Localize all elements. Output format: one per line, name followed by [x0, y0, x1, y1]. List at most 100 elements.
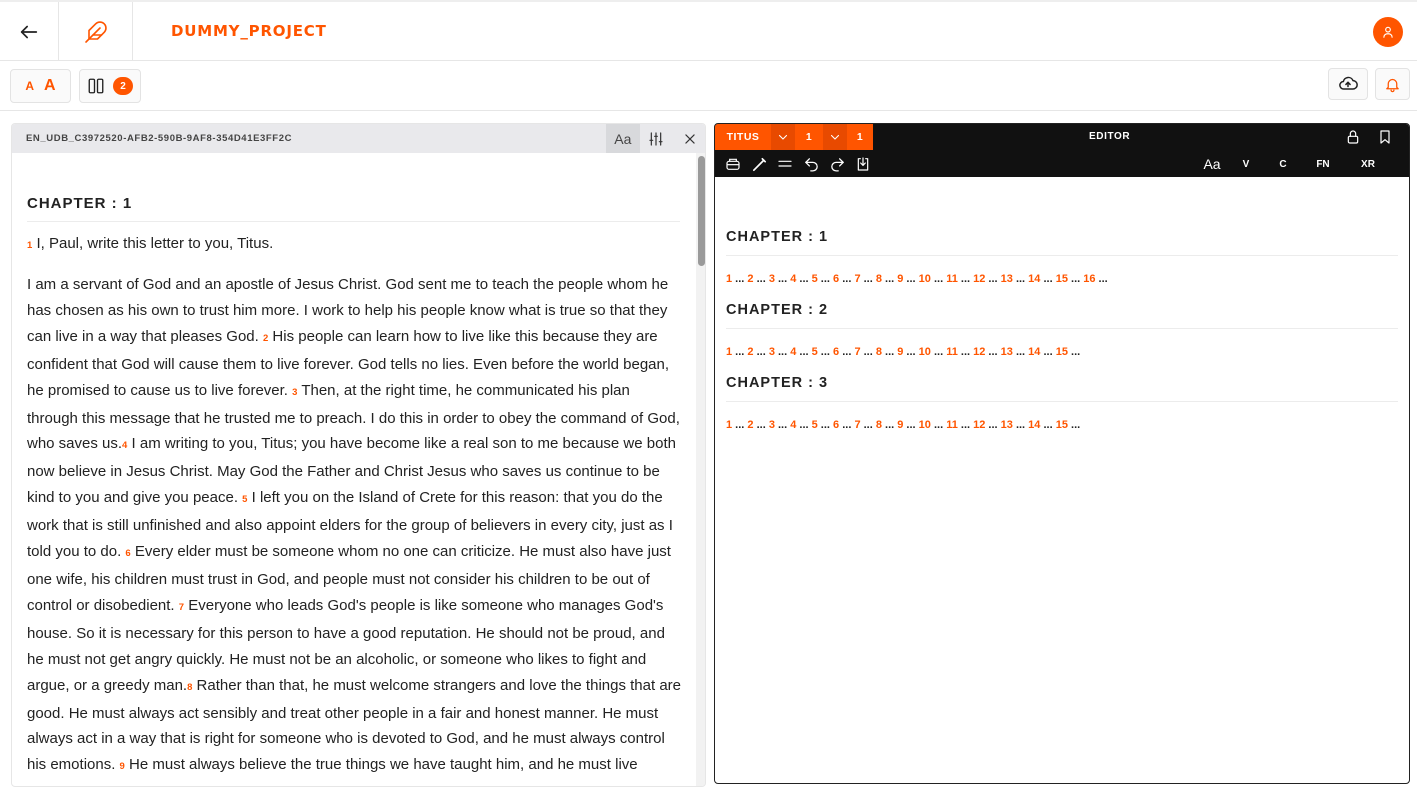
- bookmark-icon: [1380, 130, 1390, 144]
- editor-chapter: CHAPTER : 2 1 ... 2 ... 3 ... 4 ... 5 ..…: [726, 302, 1398, 358]
- editor-verse-list[interactable]: 1 ... 2 ... 3 ... 4 ... 5 ... 6 ... 7 ..…: [726, 273, 1398, 285]
- book-dropdown-button[interactable]: [771, 124, 795, 150]
- pen-button[interactable]: [749, 154, 769, 174]
- editor-verse-number[interactable]: 15: [1056, 346, 1068, 358]
- marker-tools: Aa V C FN XR: [1198, 153, 1390, 175]
- verse-placeholder: ...: [732, 346, 748, 358]
- project-name: DUMMY_PROJECT: [171, 22, 327, 40]
- verse-placeholder: ...: [774, 273, 791, 285]
- verse-placeholder: ...: [817, 419, 834, 431]
- paragraph-button[interactable]: [775, 154, 795, 174]
- editor-verse-number[interactable]: 11: [946, 346, 958, 358]
- editor-verse-number[interactable]: 16: [1083, 273, 1095, 285]
- editor-verse-number[interactable]: 12: [973, 273, 985, 285]
- chapter-dropdown-button[interactable]: [823, 124, 847, 150]
- close-pane-button[interactable]: [673, 124, 705, 153]
- chevron-down-icon: [830, 134, 840, 140]
- lock-button[interactable]: [1343, 127, 1363, 147]
- eraser-icon: [726, 158, 740, 170]
- editor-verse-number[interactable]: 15: [1056, 273, 1068, 285]
- verse-placeholder: ...: [930, 273, 947, 285]
- columns-icon: [88, 78, 104, 94]
- verse-placeholder: ...: [817, 346, 834, 358]
- lock-icon: [1347, 130, 1359, 144]
- font-settings-button[interactable]: Aa: [606, 124, 640, 153]
- cross-reference-button[interactable]: XR: [1346, 153, 1390, 175]
- editor-verse-number[interactable]: 12: [973, 419, 985, 431]
- chapter-select[interactable]: 1: [795, 124, 823, 150]
- editor-verse-list[interactable]: 1 ... 2 ... 3 ... 4 ... 5 ... 6 ... 7 ..…: [726, 346, 1398, 358]
- redo-icon: [830, 157, 844, 172]
- verse-select[interactable]: 1: [847, 124, 873, 150]
- verse-placeholder: ...: [930, 419, 947, 431]
- editor-verse-number[interactable]: 14: [1028, 419, 1040, 431]
- editor-verse-number[interactable]: 10: [919, 346, 931, 358]
- arrow-left-icon: [20, 25, 38, 38]
- verse-placeholder: ...: [957, 273, 974, 285]
- save-button[interactable]: [853, 154, 873, 174]
- feather-logo-icon: [59, 2, 133, 61]
- verse-placeholder: ...: [753, 273, 769, 285]
- editor-verse-number[interactable]: 12: [973, 346, 985, 358]
- editor-verse-number[interactable]: 11: [946, 273, 958, 285]
- verse-placeholder: ...: [796, 346, 812, 358]
- bookmark-button[interactable]: [1375, 127, 1395, 147]
- notifications-button[interactable]: [1375, 68, 1410, 100]
- editor-verse-number[interactable]: 10: [919, 273, 931, 285]
- resource-file-name: EN_UDB_C3972520-AFB2-590B-9AF8-354D41E3F…: [26, 133, 293, 144]
- footnote-button[interactable]: FN: [1300, 153, 1346, 175]
- verse-placeholder: ...: [839, 273, 855, 285]
- font-large-button[interactable]: A: [44, 77, 56, 95]
- font-settings-button[interactable]: Aa: [1198, 153, 1226, 175]
- adjust-settings-button[interactable]: [640, 124, 674, 153]
- verse-placeholder: ...: [1067, 346, 1081, 358]
- verse-number: 1: [27, 240, 33, 251]
- editor-verse-number[interactable]: 10: [919, 419, 931, 431]
- download-icon: [857, 157, 869, 171]
- scripture-paragraph: I am a servant of God and an apostle of …: [27, 272, 682, 786]
- verse-placeholder: ...: [985, 346, 1001, 358]
- user-icon: [1383, 26, 1393, 38]
- editor-verse-number[interactable]: 14: [1028, 273, 1040, 285]
- verse-placeholder: ...: [903, 273, 919, 285]
- verse-placeholder: ...: [860, 346, 876, 358]
- eraser-button[interactable]: [723, 154, 743, 174]
- editor-verse-number[interactable]: 13: [1001, 346, 1013, 358]
- panes-button[interactable]: 2: [79, 69, 141, 103]
- resource-text: CHAPTER : 1 1 I, Paul, write this letter…: [27, 153, 682, 786]
- verse-placeholder: ...: [1012, 273, 1029, 285]
- chapter-marker-button[interactable]: C: [1266, 153, 1300, 175]
- font-small-button[interactable]: A: [25, 79, 34, 93]
- top-bar: DUMMY_PROJECT: [0, 0, 1417, 61]
- editor-content[interactable]: CHAPTER : 1 1 ... 2 ... 3 ... 4 ... 5 ..…: [726, 177, 1398, 431]
- verse-placeholder: ...: [985, 419, 1001, 431]
- main-toolbar: A A 2: [0, 61, 1417, 111]
- verse-placeholder: ...: [1067, 273, 1084, 285]
- editor-verse-number[interactable]: 14: [1028, 346, 1040, 358]
- verse-placeholder: ...: [903, 346, 919, 358]
- undo-button[interactable]: [801, 154, 821, 174]
- book-select[interactable]: TITUS: [715, 124, 771, 150]
- editor-verse-number[interactable]: 13: [1001, 273, 1013, 285]
- verse-placeholder: ...: [930, 346, 947, 358]
- verse-placeholder: ...: [753, 419, 769, 431]
- verse-placeholder: ...: [1012, 346, 1029, 358]
- resource-scrollbar[interactable]: [696, 153, 705, 786]
- undo-icon: [804, 157, 818, 172]
- verse-1: 1 I, Paul, write this letter to you, Tit…: [27, 235, 682, 255]
- redo-button[interactable]: [827, 154, 847, 174]
- user-avatar-button[interactable]: [1373, 17, 1403, 47]
- scroll-thumb[interactable]: [698, 156, 705, 266]
- editor-title: EDITOR: [1089, 131, 1131, 142]
- cloud-sync-button[interactable]: [1328, 68, 1368, 100]
- pen-icon: [752, 157, 766, 171]
- font-size-toggle[interactable]: A A: [10, 69, 71, 103]
- editor-verse-number[interactable]: 15: [1056, 419, 1068, 431]
- editor-verse-number[interactable]: 13: [1001, 419, 1013, 431]
- editor-verse-list[interactable]: 1 ... 2 ... 3 ... 4 ... 5 ... 6 ... 7 ..…: [726, 419, 1398, 431]
- editor-verse-number[interactable]: 11: [946, 419, 958, 431]
- verse-marker-button[interactable]: V: [1226, 153, 1266, 175]
- back-button[interactable]: [0, 2, 59, 61]
- editor-chapter-heading: CHAPTER : 1: [726, 229, 1398, 256]
- verse-placeholder: ...: [860, 273, 876, 285]
